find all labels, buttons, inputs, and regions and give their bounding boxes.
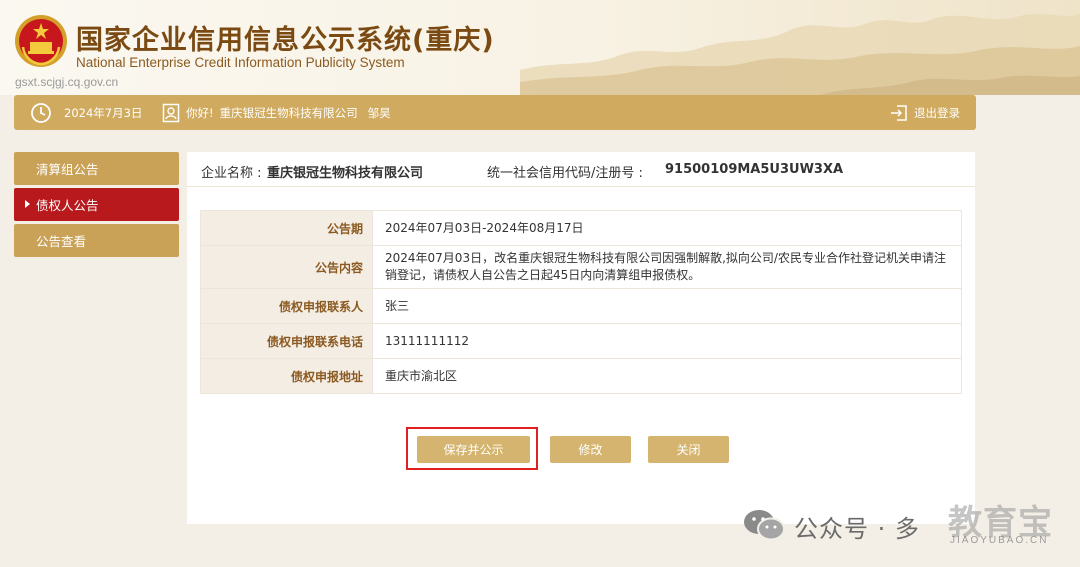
- user-greeting: 你好! 重庆银冠生物科技有限公司 邹昊: [162, 95, 391, 130]
- mountain-landscape-decoration: [520, 14, 1080, 95]
- greeting-text: 你好!: [186, 105, 214, 120]
- credit-code-label: 统一社会信用代码/注册号 :: [487, 166, 643, 181]
- sidebar-item-creditor-notice[interactable]: 债权人公告: [14, 188, 179, 221]
- table-row: 公告期 2024年07月03日-2024年08月17日: [200, 210, 962, 246]
- edit-button[interactable]: 修改: [550, 436, 631, 463]
- site-title-english: National Enterprise Credit Information P…: [76, 55, 405, 70]
- caret-right-icon: [25, 200, 30, 208]
- sidebar-item-liquidation-notice[interactable]: 清算组公告: [14, 152, 179, 185]
- sidebar-item-label: 公告查看: [36, 234, 87, 249]
- sidebar-menu: 清算组公告 债权人公告 公告查看: [14, 152, 179, 260]
- site-url: gsxt.scjgj.cq.gov.cn: [15, 75, 119, 89]
- user-info-bar: 2024年7月3日 你好! 重庆银冠生物科技有限公司 邹昊 退出登录: [14, 95, 976, 130]
- table-row: 债权申报联系电话 13111111112: [200, 323, 962, 359]
- row-key: 公告期: [200, 210, 373, 246]
- date-display: 2024年7月3日: [30, 95, 142, 130]
- row-key: 公告内容: [200, 245, 373, 289]
- close-button[interactable]: 关闭: [648, 436, 729, 463]
- national-emblem-icon: [15, 15, 67, 67]
- notice-detail-panel: 企业名称 : 重庆银冠生物科技有限公司 统一社会信用代码/注册号 : 91500…: [187, 152, 975, 524]
- row-key: 债权申报联系电话: [200, 323, 373, 359]
- row-value: 重庆市渝北区: [372, 358, 962, 394]
- user-badge-icon: [162, 103, 180, 122]
- table-row: 公告内容 2024年07月03日，改名重庆银冠生物科技有限公司因强制解散,拟向公…: [200, 245, 962, 289]
- row-value: 张三: [372, 288, 962, 324]
- company-info-row: 企业名称 : 重庆银冠生物科技有限公司 统一社会信用代码/注册号 : 91500…: [187, 152, 975, 187]
- current-date: 2024年7月3日: [64, 105, 143, 120]
- company-name: 重庆银冠生物科技有限公司: [219, 105, 358, 120]
- sidebar-item-label: 债权人公告: [36, 198, 99, 213]
- watermark-text: 公众号 · 多: [794, 515, 920, 543]
- clock-icon: [31, 102, 51, 123]
- sidebar-item-label: 清算组公告: [36, 162, 99, 177]
- table-row: 债权申报地址 重庆市渝北区: [200, 358, 962, 394]
- wechat-watermark: 公众号 · 多 教育宝 JIAOYUBAO.CN: [742, 495, 1072, 555]
- logout-icon: [891, 104, 907, 121]
- credit-code-value: 91500109MA5U3UW3XA: [665, 162, 844, 177]
- logout-button[interactable]: 退出登录: [890, 95, 960, 130]
- table-row: 债权申报联系人 张三: [200, 288, 962, 324]
- row-value: 2024年07月03日，改名重庆银冠生物科技有限公司因强制解散,拟向公司/农民专…: [372, 245, 962, 289]
- row-key: 债权申报联系人: [200, 288, 373, 324]
- save-and-publish-button[interactable]: 保存并公示: [417, 436, 530, 463]
- company-name-label: 企业名称 :: [201, 166, 262, 181]
- wechat-icon: [744, 510, 785, 541]
- row-value: 2024年07月03日-2024年08月17日: [372, 210, 962, 246]
- watermark-domain: JIAOYUBAO.CN: [950, 535, 1049, 546]
- sidebar-item-notice-view[interactable]: 公告查看: [14, 224, 179, 257]
- row-value: 13111111112: [372, 323, 962, 359]
- user-name: 邹昊: [367, 105, 391, 120]
- logout-label: 退出登录: [914, 105, 960, 120]
- row-key: 债权申报地址: [200, 358, 373, 394]
- site-title-chinese: 国家企业信用信息公示系统(重庆): [76, 25, 495, 56]
- notice-detail-table: 公告期 2024年07月03日-2024年08月17日 公告内容 2024年07…: [200, 210, 962, 394]
- site-header: 国家企业信用信息公示系统(重庆) National Enterprise Cre…: [0, 0, 1080, 95]
- company-name-value: 重庆银冠生物科技有限公司: [267, 166, 424, 181]
